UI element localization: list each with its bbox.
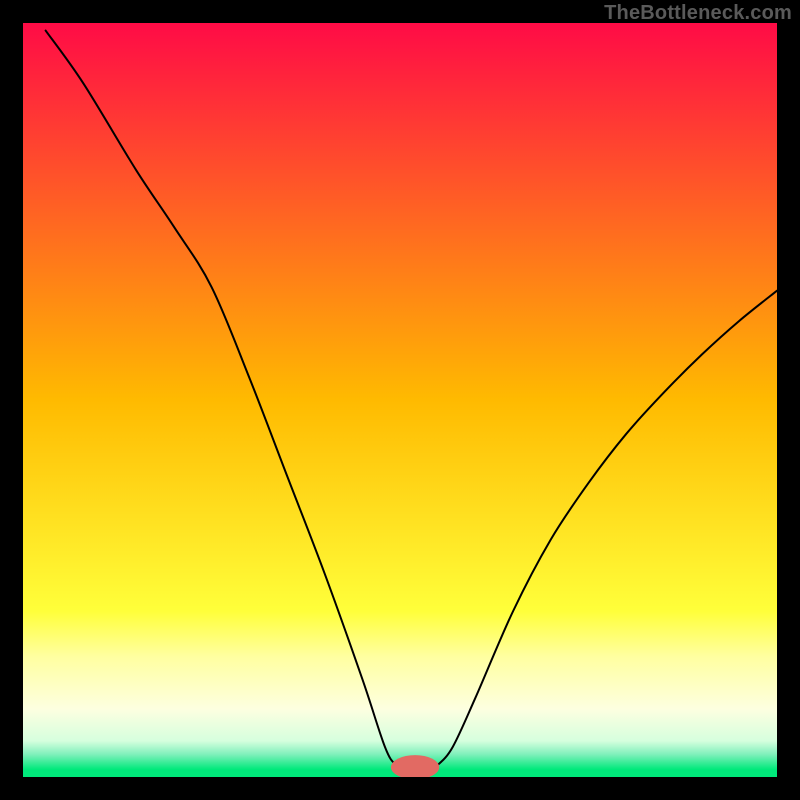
chart-svg	[23, 23, 777, 777]
chart-frame: TheBottleneck.com	[0, 0, 800, 800]
watermark-label: TheBottleneck.com	[604, 2, 792, 25]
gradient-background	[23, 23, 777, 777]
plot-area	[23, 23, 777, 777]
